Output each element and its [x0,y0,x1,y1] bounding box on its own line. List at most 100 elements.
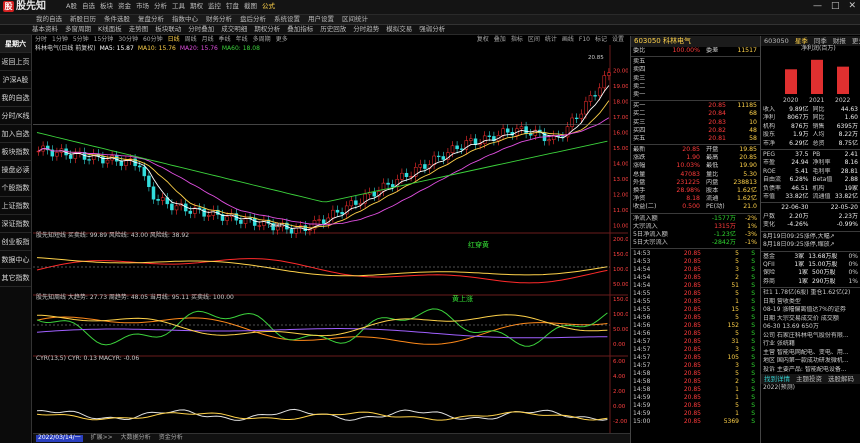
menu2-item-5[interactable]: 财务分析 [206,15,232,23]
menu-item-3[interactable]: 资金 [118,2,131,10]
menu-item-4[interactable]: 市场 [136,2,149,10]
kline-chart-area[interactable]: 20.00 19.00 18.00 17.00 16.00 15.00 14.00 13.00… [33,45,628,443]
toolbar-action-6[interactable]: F10 [579,36,590,44]
period-tab-11[interactable]: 多周期 [253,36,271,44]
tool-item-6[interactable]: 成交明细 [221,25,247,33]
period-tab-9[interactable]: 季线 [219,36,231,44]
toolbar-action-3[interactable]: 区间 [528,36,540,44]
menu2-item-6[interactable]: 盘后分析 [240,15,266,23]
sidebar-item-11[interactable]: 创业板指 [0,233,31,251]
footer-link-2[interactable]: 选股解码 [828,374,854,384]
buy-row[interactable]: 买二 20.84 68 [631,110,760,118]
tool-item-9[interactable]: 历史回放 [320,25,346,33]
period-tab-6[interactable]: 日线 [168,36,180,44]
toolbar-action-4[interactable]: 统计 [545,36,557,44]
maximize-icon[interactable]: □ [831,1,840,11]
news-item[interactable]: 8月18日09:25涨停,缩放↗ [761,241,860,250]
menu2-item-1[interactable]: 新股日历 [70,15,96,23]
menu2-item-4[interactable]: 指数中心 [172,15,198,23]
menu2-item-8[interactable]: 用户设置 [308,15,334,23]
period-tab-10[interactable]: 年线 [236,36,248,44]
buy-row[interactable]: 买三 20.83 10 [631,119,760,127]
profit-bar [785,69,797,94]
menu-item-5[interactable]: 分析 [154,2,167,10]
sell-row[interactable]: 卖四 [631,66,760,74]
menu2-item-9[interactable]: 区间统计 [342,15,368,23]
menu2-item-3[interactable]: 复盘分析 [138,15,164,23]
tool-item-2[interactable]: K线面板 [98,25,122,33]
minimize-icon[interactable]: — [813,1,822,11]
period-tab-1[interactable]: 1分钟 [52,36,68,44]
sell-row[interactable]: 卖五 [631,58,760,66]
close-icon[interactable]: ✕ [848,1,856,11]
menu-item-10[interactable]: 截图 [244,2,257,10]
tool-item-0[interactable]: 基本资料 [32,25,58,33]
flow-row: 大宗流入 1315万 1% [633,222,757,230]
tick-row: 14:56 20.85 5 S [633,330,755,338]
menu2-item-2[interactable]: 条件选股 [104,15,130,23]
tool-item-3[interactable]: 走势图 [129,25,149,33]
menu2-item-0[interactable]: 我的自选 [36,15,62,23]
toolbar-action-1[interactable]: 叠加 [494,36,506,44]
toolbar-action-2[interactable]: 指标 [511,36,523,44]
menu-item-6[interactable]: 工具 [172,2,185,10]
period-tab-12[interactable]: 更多 [276,36,288,44]
tool-item-11[interactable]: 模拟交易 [386,25,412,33]
sidebar-item-10[interactable]: 深证指数 [0,215,31,233]
menu-item-formula[interactable]: 公式 [262,2,275,10]
tool-item-1[interactable]: 多窗周期 [65,25,91,33]
sidebar-item-2[interactable]: 沪深A股 [0,71,31,89]
period-tab-5[interactable]: 60分钟 [143,36,163,44]
sell-row[interactable]: 卖二 [631,83,760,91]
toolbar-action-7[interactable]: 标记 [595,36,607,44]
news-item[interactable]: 8月19日09:25涨停,大幅↗ [761,233,860,242]
sidebar-item-12[interactable]: 数据中心 [0,251,31,269]
period-tab-7[interactable]: 周线 [185,36,197,44]
sell-row[interactable]: 卖三 [631,75,760,83]
sell-row[interactable]: 卖一 [631,91,760,99]
sidebar-item-0: 星期六 [0,35,31,53]
candle-body [390,184,395,188]
tool-item-12[interactable]: 强弱分析 [419,25,445,33]
buy-row[interactable]: 买四 20.82 48 [631,127,760,135]
tool-item-8[interactable]: 叠加指标 [287,25,313,33]
period-tab-0[interactable]: 分时 [35,36,47,44]
sidebar-item-9[interactable]: 上证指数 [0,197,31,215]
tool-item-5[interactable]: 分时叠加 [188,25,214,33]
period-tab-4[interactable]: 30分钟 [118,36,138,44]
sidebar-item-3[interactable]: 我的自选 [0,89,31,107]
period-tab-8[interactable]: 月线 [202,36,214,44]
footer-link-0[interactable]: 找到详情 [764,374,790,384]
toolbar-action-5[interactable]: 画线 [562,36,574,44]
menu-item-7[interactable]: 期权 [190,2,203,10]
fund-tab-3[interactable]: 更多 [852,36,860,46]
sidebar-item-8[interactable]: 个股指数 [0,179,31,197]
bottom-tab-1[interactable]: 大数据分析 [121,434,151,442]
tool-item-10[interactable]: 分时趋势 [353,25,379,33]
sidebar-item-4[interactable]: 分时/K线 [0,107,31,125]
menu-item-8[interactable]: 监控 [208,2,221,10]
sidebar-item-13[interactable]: 其它指数 [0,269,31,287]
period-tab-3[interactable]: 15分钟 [94,36,114,44]
candle-body [252,217,257,226]
menu2-item-7[interactable]: 系统设置 [274,15,300,23]
bottom-tab-2[interactable]: 资金分析 [159,434,183,442]
tool-item-7[interactable]: 期权分析 [254,25,280,33]
buy-row[interactable]: 买五 20.81 58 [631,135,760,143]
sidebar-item-7[interactable]: 操盘必读 [0,161,31,179]
menu-item-2[interactable]: 板块 [100,2,113,10]
bottom-tab-0[interactable]: 扩展>> [91,434,113,442]
buy-row[interactable]: 买一 20.85 11185 [631,102,760,110]
info-row: 社1 1.78亿(6股) 重仓1.62亿(2) [763,289,851,297]
sidebar-item-6[interactable]: 板块指数 [0,143,31,161]
toolbar-action-0[interactable]: 复权 [477,36,489,44]
toolbar-action-8[interactable]: 设置 [612,36,624,44]
menu-item-0[interactable]: A股 [66,2,77,10]
menu-item-9[interactable]: 钉盘 [226,2,239,10]
period-tab-2[interactable]: 5分钟 [73,36,89,44]
footer-link-1[interactable]: 主题投资 [796,374,822,384]
sidebar-item-5[interactable]: 加入自选 [0,125,31,143]
sidebar-item-1[interactable]: 返回上页 [0,53,31,71]
tool-item-4[interactable]: 板块联动 [155,25,181,33]
menu-item-1[interactable]: 自选 [82,2,95,10]
